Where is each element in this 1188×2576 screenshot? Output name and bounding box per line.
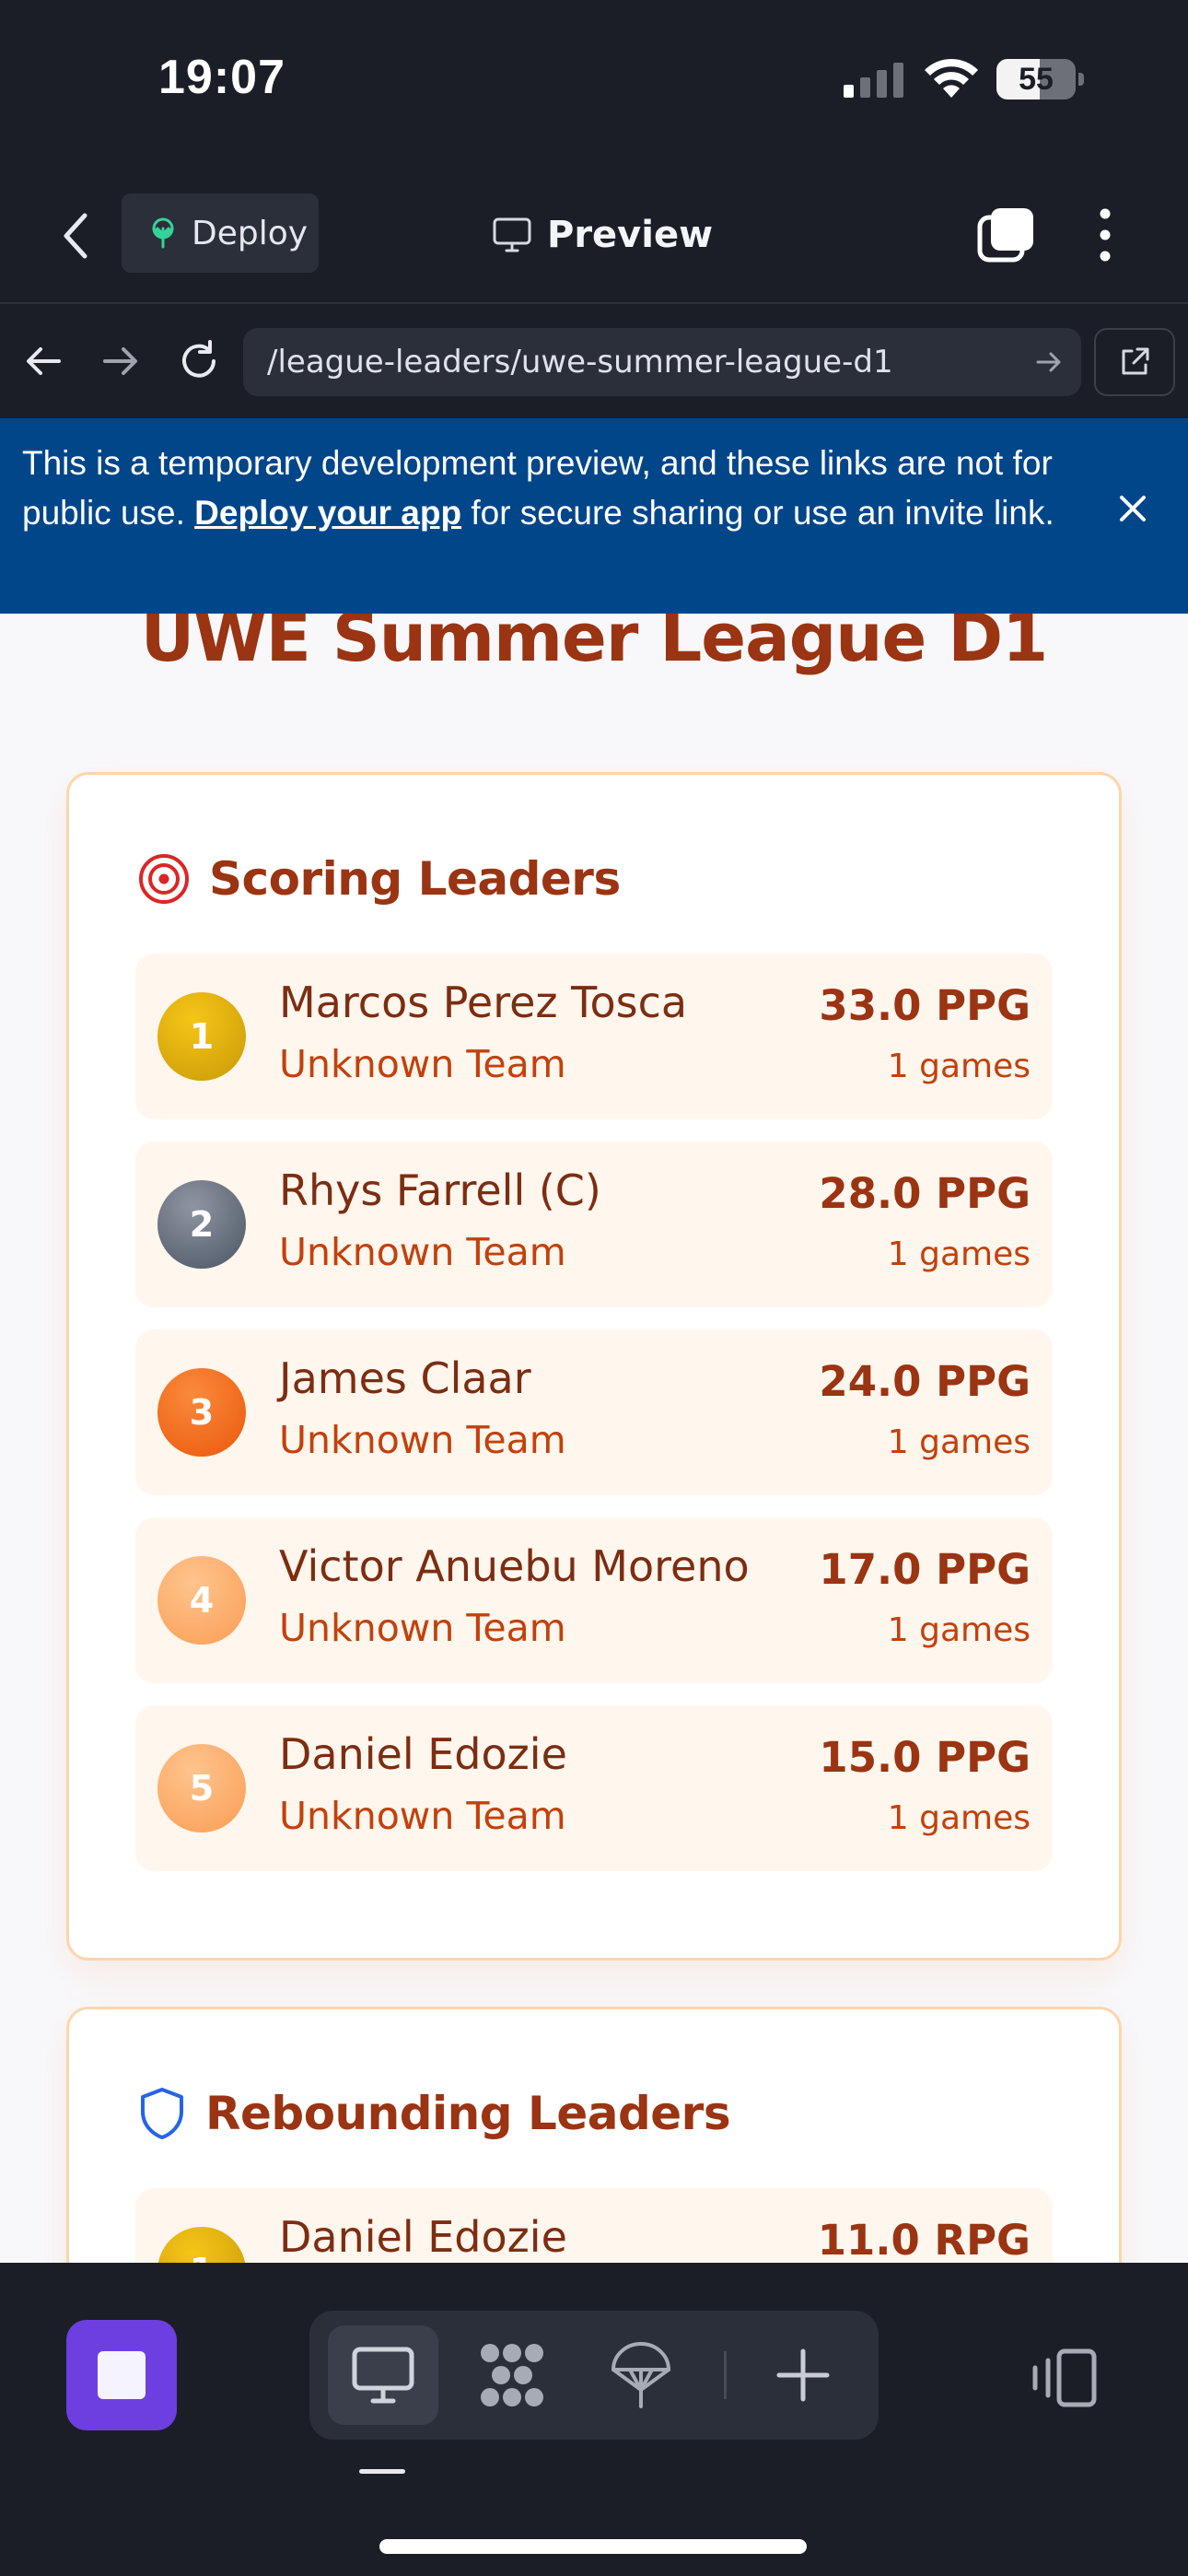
battery-indicator: 55 bbox=[996, 59, 1084, 100]
games-count: 1 games bbox=[887, 1423, 1031, 1461]
rank-badge: 4 bbox=[157, 1556, 246, 1645]
deploy-label: Deploy bbox=[192, 214, 309, 252]
back-chevron-icon[interactable] bbox=[57, 208, 94, 263]
team-name: Unknown Team bbox=[279, 1418, 566, 1462]
go-arrow-icon[interactable] bbox=[1035, 348, 1063, 376]
page-title: UWE Summer League D1 bbox=[140, 614, 1049, 676]
rank-badge: 1 bbox=[157, 992, 246, 1081]
active-view-indicator bbox=[359, 2469, 405, 2474]
target-icon bbox=[139, 854, 189, 904]
rebounding-leaders-card: Rebounding Leaders 1 Daniel Edozie 11.0 … bbox=[66, 2007, 1122, 2263]
leader-row[interactable]: 4 Victor Anuebu Moreno Unknown Team 17.0… bbox=[135, 1517, 1053, 1683]
close-icon[interactable] bbox=[1114, 490, 1151, 527]
status-time: 19:07 bbox=[158, 51, 285, 104]
leader-row[interactable]: 2 Rhys Farrell (C) Unknown Team 28.0 PPG… bbox=[135, 1142, 1053, 1307]
games-count: 1 games bbox=[887, 1799, 1031, 1837]
leader-row[interactable]: 3 James Claar Unknown Team 24.0 PPG 1 ga… bbox=[135, 1329, 1053, 1495]
stop-button[interactable] bbox=[66, 2320, 177, 2430]
team-name: Unknown Team bbox=[279, 1606, 566, 1650]
stat-value: 11.0 RPG bbox=[817, 2216, 1031, 2263]
open-external-button[interactable] bbox=[1094, 328, 1175, 396]
deploy-icon bbox=[152, 217, 174, 249]
games-count: 1 games bbox=[887, 1048, 1031, 1085]
leader-row[interactable]: 5 Daniel Edozie Unknown Team 15.0 PPG 1 … bbox=[135, 1705, 1053, 1871]
preview-tab[interactable]: Preview bbox=[492, 203, 713, 267]
more-options-icon[interactable] bbox=[1087, 205, 1124, 265]
stat-value: 15.0 PPG bbox=[819, 1733, 1031, 1782]
toolbar-divider bbox=[724, 2351, 727, 2399]
plus-icon[interactable] bbox=[766, 2338, 840, 2412]
games-count: 1 games bbox=[887, 1611, 1031, 1649]
nav-back-icon[interactable] bbox=[20, 337, 68, 385]
monitor-icon bbox=[493, 217, 531, 252]
leader-row[interactable]: 1 Marcos Perez Tosca Unknown Team 33.0 P… bbox=[135, 954, 1053, 1119]
app-top-bar: Deploy Preview bbox=[0, 175, 1188, 304]
view-switcher bbox=[309, 2311, 879, 2440]
banner-message: This is a temporary development preview,… bbox=[22, 439, 1072, 538]
player-name: Daniel Edozie bbox=[279, 2212, 567, 2262]
deploy-app-link[interactable]: Deploy your app bbox=[194, 494, 461, 532]
external-link-icon bbox=[1122, 347, 1149, 375]
games-count: 1 games bbox=[887, 1235, 1031, 1273]
rebounding-leaders-heading: Rebounding Leaders bbox=[205, 2087, 731, 2140]
devices-icon[interactable] bbox=[1028, 2346, 1101, 2410]
team-name: Unknown Team bbox=[279, 1042, 566, 1086]
player-name: James Claar bbox=[279, 1353, 531, 1403]
stat-value: 24.0 PPG bbox=[819, 1357, 1031, 1406]
player-name: Rhys Farrell (C) bbox=[279, 1165, 601, 1215]
preview-label: Preview bbox=[547, 214, 714, 256]
rank-badge: 2 bbox=[157, 1180, 246, 1269]
stat-value: 17.0 PPG bbox=[819, 1545, 1031, 1594]
preview-view-button[interactable] bbox=[328, 2325, 438, 2425]
home-indicator[interactable] bbox=[379, 2539, 807, 2554]
stat-value: 33.0 PPG bbox=[819, 981, 1031, 1030]
url-input[interactable]: /league-leaders/uwe-summer-league-d1 bbox=[243, 328, 1081, 396]
deploy-icon[interactable] bbox=[604, 2338, 678, 2412]
bottom-dock bbox=[0, 2263, 1188, 2576]
deploy-button[interactable]: Deploy bbox=[122, 193, 319, 273]
scoring-leaders-heading: Scoring Leaders bbox=[209, 852, 621, 906]
wifi-icon bbox=[925, 58, 978, 98]
reload-icon[interactable] bbox=[175, 337, 223, 385]
monitor-icon bbox=[352, 2347, 414, 2404]
stop-icon bbox=[98, 2351, 146, 2399]
preview-warning-banner: This is a temporary development preview,… bbox=[0, 418, 1188, 614]
stat-value: 28.0 PPG bbox=[819, 1169, 1031, 1218]
player-name: Victor Anuebu Moreno bbox=[279, 1541, 750, 1591]
battery-level: 55 bbox=[1019, 62, 1054, 97]
tabs-icon[interactable] bbox=[976, 205, 1037, 265]
player-name: Daniel Edozie bbox=[279, 1729, 567, 1779]
browser-url-bar: /league-leaders/uwe-summer-league-d1 bbox=[0, 306, 1188, 418]
cellular-signal-icon bbox=[844, 63, 903, 98]
leader-row[interactable]: 1 Daniel Edozie 11.0 RPG bbox=[135, 2188, 1053, 2263]
rank-badge: 5 bbox=[157, 1744, 246, 1832]
player-name: Marcos Perez Tosca bbox=[279, 978, 688, 1027]
rank-badge: 1 bbox=[157, 2227, 246, 2263]
banner-text-after: for secure sharing or use an invite link… bbox=[461, 494, 1054, 532]
rank-badge: 3 bbox=[157, 1368, 246, 1457]
scoring-leaders-card: Scoring Leaders 1 Marcos Perez Tosca Unk… bbox=[66, 772, 1122, 1961]
url-text: /league-leaders/uwe-summer-league-d1 bbox=[267, 344, 893, 381]
page-content: UWE Summer League D1 Scoring Leaders 1 M… bbox=[0, 614, 1188, 2263]
team-name: Unknown Team bbox=[279, 1794, 566, 1838]
shield-icon bbox=[141, 2088, 183, 2139]
nav-forward-icon[interactable] bbox=[96, 337, 144, 385]
team-name: Unknown Team bbox=[279, 1230, 566, 1274]
status-bar: 19:07 55 bbox=[0, 0, 1188, 166]
workspace-icon[interactable] bbox=[475, 2338, 549, 2412]
